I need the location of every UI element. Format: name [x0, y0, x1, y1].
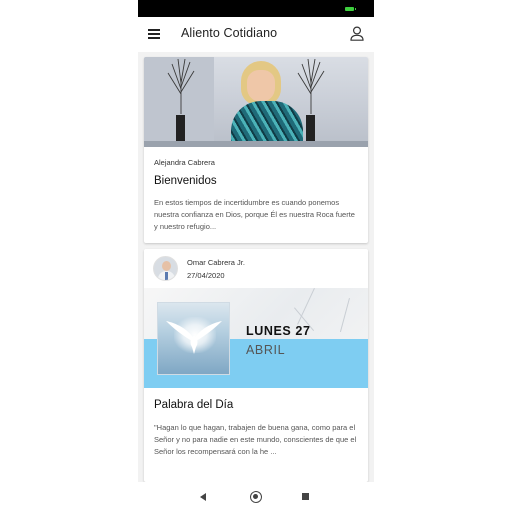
home-circle-icon[interactable] — [250, 491, 262, 503]
post-excerpt: "Hagan lo que hagan, trabajen de buena g… — [154, 423, 357, 456]
phone-screen: Aliento Cotidiano Alejandra Cabrera Bien… — [138, 0, 374, 512]
post-excerpt: En estos tiempos de incertidumbre es cua… — [154, 198, 355, 231]
post-title: Bienvenidos — [154, 175, 217, 187]
post-date: 27/04/2020 — [187, 271, 225, 280]
hamburger-menu-icon[interactable] — [148, 29, 160, 39]
status-bar — [138, 0, 374, 17]
banner-day: LUNES 27 — [246, 324, 311, 338]
back-triangle-icon[interactable] — [200, 493, 206, 501]
avatar — [153, 256, 178, 281]
post-hero-image — [144, 57, 368, 147]
app-title: Aliento Cotidiano — [181, 26, 278, 40]
battery-icon — [345, 7, 356, 11]
post-title: Palabra del Día — [154, 399, 234, 411]
banner-month: ABRIL — [246, 343, 286, 357]
post-banner-image: LUNES 27 ABRIL — [144, 288, 368, 388]
system-nav-bar — [138, 482, 374, 512]
user-icon[interactable] — [350, 26, 364, 41]
post-author: Alejandra Cabrera — [154, 158, 215, 167]
app-bar: Aliento Cotidiano — [138, 17, 374, 52]
recents-square-icon[interactable] — [302, 493, 309, 500]
post-card-welcome[interactable]: Alejandra Cabrera Bienvenidos En estos t… — [144, 57, 368, 243]
dove-image — [157, 302, 230, 375]
post-feed: Alejandra Cabrera Bienvenidos En estos t… — [138, 52, 374, 482]
post-card-daily-word[interactable]: Omar Cabrera Jr. 27/04/2020 LUNES 27 ABR… — [144, 249, 368, 482]
post-author: Omar Cabrera Jr. — [187, 258, 245, 267]
